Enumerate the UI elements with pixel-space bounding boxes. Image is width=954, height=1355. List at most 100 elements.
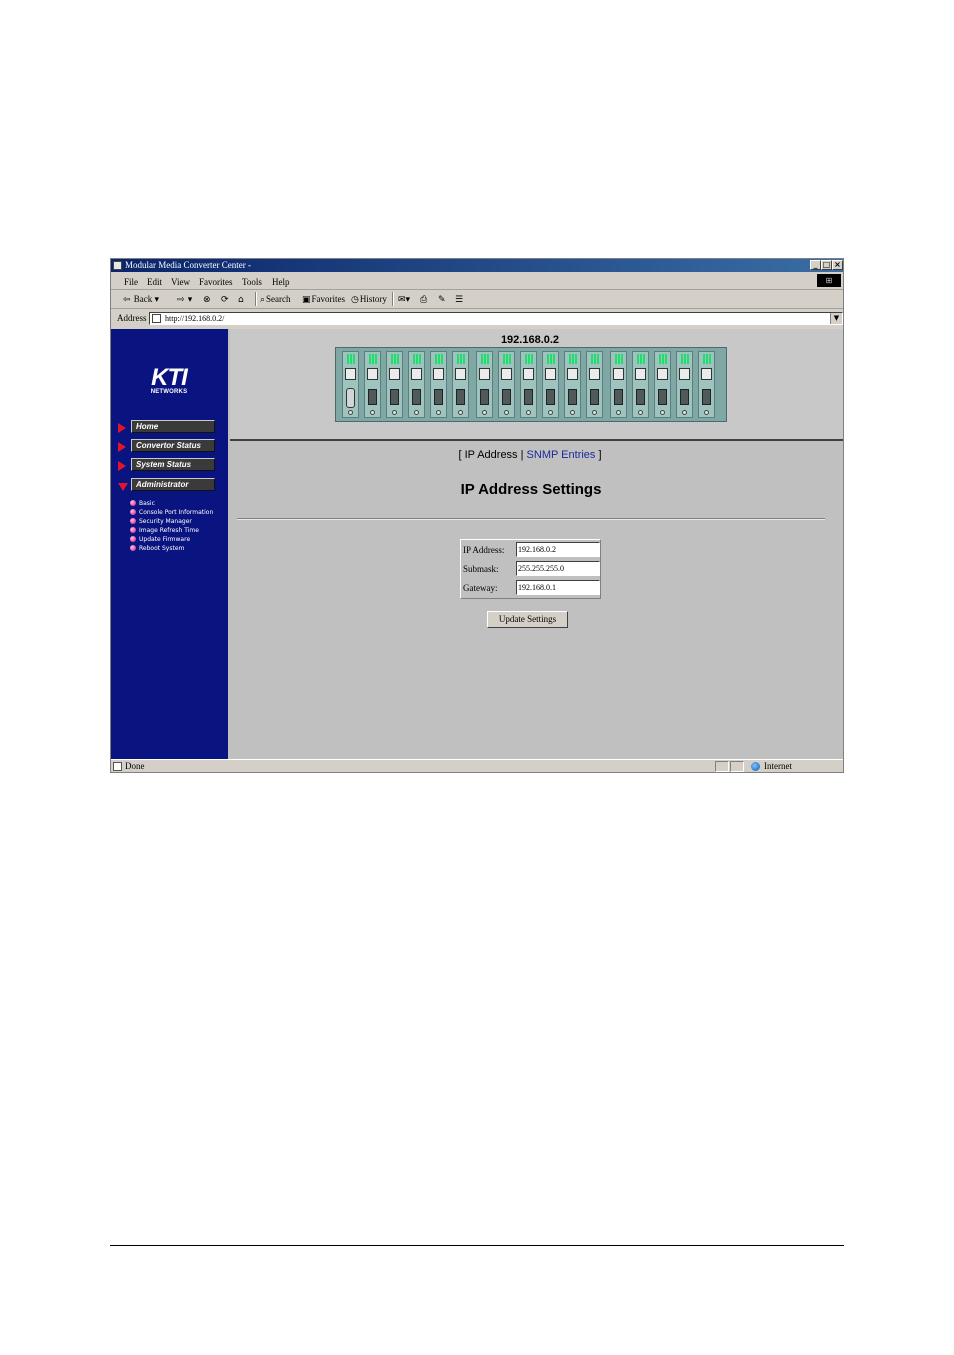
nav-system-status-label[interactable]: System Status [131,458,215,471]
converter-module [654,351,671,418]
browser-window: Modular Media Converter Center - _ □ × F… [110,258,844,773]
address-input[interactable]: http://192.168.0.2/ ▼ [149,312,843,325]
search-button[interactable]: ⌕Search [260,293,291,305]
close-button[interactable]: × [832,260,843,270]
gateway-input[interactable]: 192.168.0.1 [516,580,600,595]
print-button[interactable]: ⎙ [420,293,428,305]
menu-view[interactable]: View [171,277,190,287]
rj45-port-icon [389,368,400,380]
tab-separator: | [520,449,524,461]
tab-bracket-open: [ [458,449,462,461]
edit-button[interactable]: ✎ [438,293,447,305]
address-url: http://192.168.0.2/ [165,314,225,323]
fiber-port-icon [434,389,443,405]
menu-tools[interactable]: Tools [242,277,262,287]
stop-icon: ⊗ [203,295,211,305]
back-label: Back [133,294,153,304]
status-pane [715,761,729,772]
submenu-label: Console Port Information [139,509,214,516]
nav-administrator-label[interactable]: Administrator [131,478,215,491]
screw-icon [458,410,463,415]
maximize-button[interactable]: □ [821,260,832,270]
bullet-icon [130,500,136,506]
submenu-update-firmware[interactable]: Update Firmware [130,535,190,544]
main-frame: 192.168.0.2 [ IP Address | SNMP Entries … [230,329,843,759]
update-settings-button[interactable]: Update Settings [487,611,568,628]
divider [237,518,825,520]
gateway-label: Gateway: [463,583,498,593]
rj45-port-icon [411,368,422,380]
address-label: Address [117,313,147,323]
device-ip-heading: 192.168.0.2 [500,334,560,346]
home-icon: ⌂ [238,295,244,305]
submenu-reboot-system[interactable]: Reboot System [130,544,184,553]
chassis-image [335,347,727,422]
refresh-button[interactable]: ⟳ [221,293,230,305]
converter-module [386,351,403,418]
rj45-port-icon [479,368,490,380]
submask-input[interactable]: 255.255.255.0 [516,561,600,576]
fiber-port-icon [590,389,599,405]
arrow-right-icon [118,442,126,452]
rj45-port-icon [589,368,600,380]
security-zone: Internet [764,761,792,771]
history-button[interactable]: ◷History [351,293,387,305]
logo-subtitle: NETWORKS [150,389,188,395]
fiber-port-icon [412,389,421,405]
converter-module [542,351,559,418]
settings-panel: [ IP Address | SNMP Entries ] IP Address… [230,441,843,759]
toolbar-separator [392,292,394,306]
screw-icon [414,410,419,415]
fiber-port-icon [680,389,689,405]
status-led-icon [435,354,443,364]
favorites-label: Favorites [311,294,346,304]
converter-module [586,351,603,418]
status-led-icon [503,354,511,364]
menu-file[interactable]: File [124,277,138,287]
chevron-down-icon: ▾ [154,295,160,305]
bullet-icon [130,527,136,533]
forward-button[interactable]: ⇨ ▾ [177,293,193,305]
status-led-icon [659,354,667,364]
device-header: 192.168.0.2 [230,329,843,441]
submenu-label: Image Refresh Time [139,527,199,534]
rj45-port-icon [523,368,534,380]
nav-convertor-status-label[interactable]: Convertor Status [131,439,215,452]
status-led-icon [525,354,533,364]
minimize-button[interactable]: _ [810,260,821,270]
back-button[interactable]: ⇦ Back ▾ [123,293,160,305]
converter-module [632,351,649,418]
fiber-port-icon [502,389,511,405]
tab-snmp-entries[interactable]: SNMP Entries [527,449,596,461]
ip-settings-form: IP Address: 192.168.0.2 Submask: 255.255… [460,539,601,599]
screw-icon [638,410,643,415]
rj45-port-icon [613,368,624,380]
submenu-console-port[interactable]: Console Port Information [130,508,213,517]
address-dropdown-icon[interactable]: ▼ [830,313,842,324]
ip-address-input[interactable]: 192.168.0.2 [516,542,600,557]
menu-edit[interactable]: Edit [147,277,162,287]
menu-help[interactable]: Help [272,277,290,287]
nav-home-label[interactable]: Home [131,420,215,433]
rj45-port-icon [679,368,690,380]
submenu-image-refresh[interactable]: Image Refresh Time [130,526,199,535]
rj45-port-icon [545,368,556,380]
submenu-basic[interactable]: Basic [130,499,155,508]
tab-bracket-close: ] [598,449,602,461]
favorites-button[interactable]: ▣Favorites [302,293,345,305]
arrow-right-icon [118,461,126,471]
stop-button[interactable]: ⊗ [203,293,212,305]
home-button[interactable]: ⌂ [238,293,245,305]
ip-address-row: IP Address: 192.168.0.2 [463,541,600,559]
menu-favorites[interactable]: Favorites [199,277,233,287]
status-bar: Done Internet [111,759,843,772]
converter-module [364,351,381,418]
discuss-button[interactable]: ☰ [455,293,464,305]
management-module [342,351,359,418]
tab-ip-address[interactable]: IP Address [465,449,518,461]
screw-icon [482,410,487,415]
converter-module [564,351,581,418]
submenu-security-manager[interactable]: Security Manager [130,517,192,526]
status-led-icon [681,354,689,364]
mail-button[interactable]: ✉▾ [398,293,411,305]
